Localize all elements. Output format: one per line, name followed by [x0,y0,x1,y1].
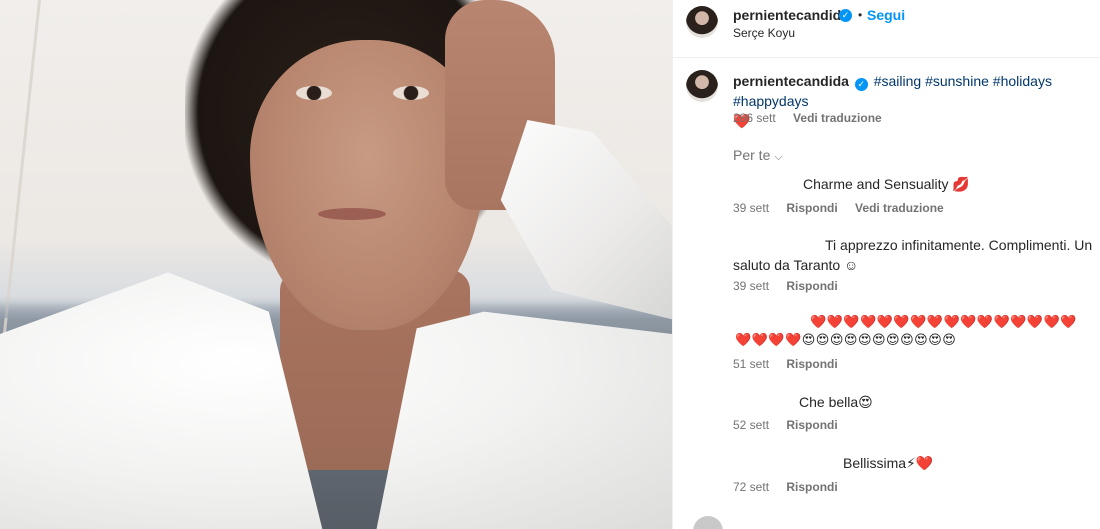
hashtag[interactable]: #sailing [874,73,921,89]
translate-button[interactable]: Vedi traduzione [855,201,944,215]
right-eye [393,86,429,100]
avatar[interactable] [693,516,723,529]
separator-dot: • [858,8,863,22]
translate-button[interactable]: Vedi traduzione [793,111,882,125]
comment-meta: 72 sett Rispondi [733,480,838,494]
filter-label: Per te [733,147,771,163]
post-side-pane: pernientecandida ✓ • Segui Serçe Koyu pe… [672,0,1100,529]
comment-meta: 39 sett Rispondi [733,279,838,293]
verified-badge-icon: ✓ [854,78,868,91]
avatar[interactable] [686,70,718,102]
reply-button[interactable]: Rispondi [786,418,837,432]
reply-button[interactable]: Rispondi [786,201,837,215]
sailboat-mast [2,0,41,340]
comment-meta: 52 sett Rispondi [733,418,838,432]
caption-meta: 286 sett Vedi traduzione [733,111,882,125]
verified-badge-icon: ✓ [839,9,852,22]
comment-time[interactable]: 52 sett [733,418,769,432]
left-eye [296,86,332,100]
post-photo[interactable] [0,0,672,529]
caption-username[interactable]: pernientecandida [733,73,849,89]
post-header: pernientecandida ✓ • Segui Serçe Koyu [673,0,1100,58]
hashtag[interactable]: #holidays [993,73,1052,89]
comment-text: Charme and Sensuality 💋 [803,176,970,192]
reply-button[interactable]: Rispondi [786,480,837,494]
comment-text: Che bella😍 [799,394,873,410]
hashtag[interactable]: #happydays [733,93,809,109]
comment-meta: 51 sett Rispondi [733,357,838,371]
comment-meta: 39 sett Rispondi Vedi traduzione [733,201,944,215]
reply-button[interactable]: Rispondi [786,279,837,293]
comment-text: Bellissima⚡❤️ [843,455,934,471]
reply-button[interactable]: Rispondi [786,357,837,371]
comment-text-line2: saluto da Taranto ☺ [733,257,859,273]
follow-button[interactable]: Segui [867,7,905,23]
comment-time[interactable]: 72 sett [733,480,769,494]
location-link[interactable]: Serçe Koyu [733,26,795,40]
chevron-down-icon: ⌵ [774,151,783,163]
comment-text-line1: Ti apprezzo infinitamente. Complimenti. … [825,237,1093,253]
mouth [318,208,386,220]
comment-time[interactable]: 39 sett [733,201,769,215]
caption-time[interactable]: 286 sett [733,111,776,125]
avatar[interactable] [686,6,718,38]
comment-filter-dropdown[interactable]: Per te ⌵ [733,147,783,164]
comment-time[interactable]: 51 sett [733,357,769,371]
comment-emoji-line2: ❤️❤️❤️❤️😍😍😍😍😍😍😍😍😍😍😍 [735,332,957,347]
comment-emoji-line1: ❤️❤️❤️❤️❤️❤️❤️❤️❤️❤️❤️❤️❤️❤️❤️❤️ [810,314,1077,329]
comment-time[interactable]: 39 sett [733,279,769,293]
hashtag[interactable]: #sunshine [925,73,989,89]
header-username[interactable]: pernientecandida [733,7,849,23]
